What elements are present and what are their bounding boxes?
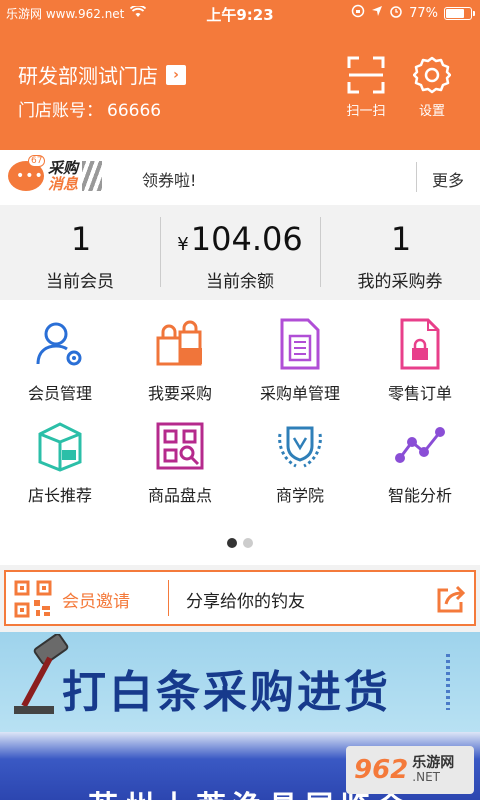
stat-members[interactable]: 1 当前会员: [0, 205, 160, 300]
scan-button[interactable]: 扫一扫: [336, 56, 396, 119]
news-badge: 67: [28, 155, 46, 167]
news-logo-line1: 采购: [48, 159, 79, 177]
grid-item-retail-order[interactable]: 零售订单: [360, 314, 480, 416]
function-grid: 会员管理 我要采购 采购单管理 零售订单 店长推荐 商品盘点 商学院 智能分析: [0, 300, 480, 565]
news-more-link[interactable]: 更多: [432, 167, 464, 191]
stat-label: 当前余额: [206, 272, 274, 292]
battery-icon: [444, 6, 475, 20]
news-text[interactable]: 领券啦!: [142, 167, 196, 191]
grid-item-label: 我要采购: [147, 384, 212, 403]
page-dot[interactable]: [243, 538, 253, 548]
grid-item-purchase-order[interactable]: 采购单管理: [240, 314, 360, 416]
grid-item-label: 商品盘点: [147, 486, 212, 505]
grid-item-inventory[interactable]: 商品盘点: [120, 416, 240, 518]
store-name: 研发部测试门店: [18, 64, 158, 88]
status-right: 77%: [351, 4, 475, 22]
grid-item-label: 智能分析: [387, 486, 452, 505]
grid-item-label: 零售订单: [387, 384, 452, 403]
stat-coupons[interactable]: 1 我的采购券: [320, 205, 480, 300]
gear-icon: [413, 56, 451, 94]
grid-item-purchase[interactable]: 我要采购: [120, 314, 240, 416]
grid-item-label: 采购单管理: [259, 384, 340, 403]
purchase-order-icon: [280, 318, 320, 370]
currency-symbol: ¥: [177, 234, 189, 255]
watermark-text: 乐游网 .NET: [412, 756, 454, 784]
invite-text: 分享给你的钓友: [186, 592, 305, 612]
news-logo-title: 采购 消息: [48, 160, 78, 192]
watermark-line2: .NET: [412, 770, 440, 784]
share-icon[interactable]: [436, 584, 466, 614]
page-indicator: [0, 538, 480, 548]
alarm-icon: [389, 4, 403, 22]
stat-number: 1: [70, 220, 92, 258]
chevron-right-icon: ›: [166, 64, 186, 85]
expo-banner[interactable]: 苏州上莘渔具展览会 962 乐游网 .NET: [0, 732, 480, 800]
settings-button[interactable]: 设置: [402, 56, 462, 119]
account-value: 66666: [107, 101, 162, 121]
grid-item-recommend[interactable]: 店长推荐: [0, 416, 120, 518]
stat-value: 1: [0, 219, 160, 265]
analysis-icon: [395, 427, 445, 463]
status-bar: 乐游网 www.962.net 上午9:23 77%: [0, 0, 480, 28]
scan-icon: [347, 56, 385, 94]
academy-laurel-icon: [278, 426, 322, 468]
stat-balance[interactable]: ¥104.06 当前余额: [160, 205, 320, 300]
invite-title: 会员邀请: [62, 592, 130, 612]
chat-bubble-icon: 67 •••: [8, 155, 46, 191]
stat-number: 104.06: [190, 220, 303, 258]
grid-item-analysis[interactable]: 智能分析: [360, 416, 480, 518]
qr-code-icon: [14, 580, 52, 618]
battery-level: [446, 8, 465, 18]
stat-label: 我的采购券: [357, 272, 443, 292]
store-header: 研发部测试门店 › 门店账号： 66666 扫一扫 设置: [0, 28, 480, 150]
banner-dots-decoration: [446, 654, 450, 710]
purchase-icon: [156, 320, 202, 366]
grid-item-label: 商学院: [275, 486, 324, 505]
scan-label: 扫一扫: [346, 104, 386, 119]
news-bar[interactable]: 67 ••• 采购 消息 领券啦! 更多: [0, 150, 480, 205]
location-icon: [371, 5, 383, 21]
stat-value: 1: [320, 219, 480, 265]
invite-divider: [168, 580, 169, 616]
member-management-icon: [36, 322, 82, 366]
store-selector[interactable]: 研发部测试门店 ›: [18, 60, 186, 89]
grid-item-member-management[interactable]: 会员管理: [0, 314, 120, 416]
news-logo: 67 ••• 采购 消息: [8, 155, 103, 192]
watermark-logo: 962 乐游网 .NET: [346, 746, 474, 794]
settings-label: 设置: [418, 104, 445, 119]
recommend-box-icon: [38, 422, 82, 472]
news-logo-line2: 消息: [48, 175, 79, 193]
account-label: 门店账号：: [18, 101, 103, 121]
stat-number: 1: [390, 220, 412, 258]
news-stripes-decoration: [82, 161, 103, 191]
orientation-lock-icon: [351, 4, 365, 22]
news-divider: [416, 162, 417, 192]
promo-banner[interactable]: 打白条采购进货: [0, 632, 480, 732]
stat-label: 当前会员: [46, 272, 114, 292]
member-invite-bar[interactable]: 会员邀请 分享给你的钓友: [4, 570, 476, 626]
stats-panel: 1 当前会员 ¥104.06 当前余额 1 我的采购券: [0, 205, 480, 300]
page-dot-active[interactable]: [227, 538, 237, 548]
watermark-line1: 乐游网: [412, 755, 455, 771]
battery-percent: 77%: [409, 5, 438, 21]
grid-item-label: 会员管理: [27, 384, 92, 403]
banner-text: 打白条采购进货: [62, 667, 391, 718]
retail-order-icon: [400, 318, 440, 370]
watermark-number: 962: [354, 755, 409, 785]
inventory-icon: [156, 422, 204, 470]
store-account: 门店账号： 66666: [18, 96, 161, 121]
grid-item-academy[interactable]: 商学院: [240, 416, 360, 518]
stat-value: ¥104.06: [160, 219, 320, 265]
grid-item-label: 店长推荐: [27, 486, 92, 505]
